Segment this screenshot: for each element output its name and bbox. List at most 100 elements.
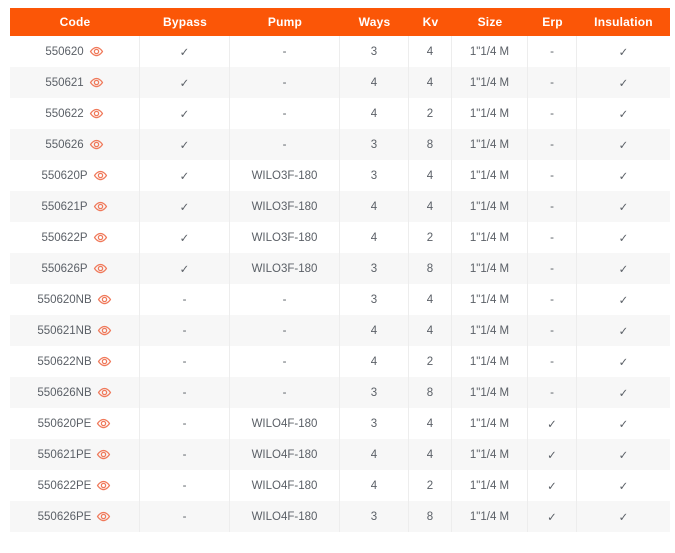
kv-cell: 4 [409, 315, 452, 346]
eye-view-icon[interactable] [89, 139, 104, 150]
code-cell: 550622NB [10, 346, 140, 377]
size-cell: 1"1/4 M [452, 36, 528, 67]
eye-view-icon[interactable] [96, 449, 111, 460]
code-cell: 550621PE [10, 439, 140, 470]
kv-cell: 8 [409, 253, 452, 284]
code-cell: 550626 [10, 129, 140, 160]
eye-view-icon[interactable] [97, 325, 112, 336]
bypass-cell: - [140, 346, 230, 377]
ways-cell: 3 [340, 377, 409, 408]
table-row: 550621 ✓ - 4 4 1"1/4 M - ✓ [10, 67, 670, 98]
size-cell: 1"1/4 M [452, 98, 528, 129]
erp-cell: - [528, 129, 577, 160]
pump-cell: WILO3F-180 [230, 222, 340, 253]
ways-cell: 4 [340, 315, 409, 346]
insulation-cell: ✓ [577, 315, 670, 346]
bypass-cell: ✓ [140, 253, 230, 284]
kv-cell: 2 [409, 346, 452, 377]
erp-cell: - [528, 284, 577, 315]
table-row: 550620 ✓ - 3 4 1"1/4 M - ✓ [10, 36, 670, 67]
ways-cell: 4 [340, 470, 409, 501]
kv-cell: 4 [409, 67, 452, 98]
table-row: 550620NB - - 3 4 1"1/4 M - ✓ [10, 284, 670, 315]
product-code: 550620P [41, 170, 87, 182]
kv-cell: 4 [409, 408, 452, 439]
ways-cell: 3 [340, 408, 409, 439]
ways-cell: 3 [340, 253, 409, 284]
column-header-kv: Kv [409, 15, 452, 29]
insulation-cell: ✓ [577, 439, 670, 470]
bypass-cell: ✓ [140, 98, 230, 129]
column-header-pump: Pump [230, 15, 340, 29]
code-cell: 550626PE [10, 501, 140, 532]
kv-cell: 2 [409, 98, 452, 129]
erp-cell: ✓ [528, 439, 577, 470]
bypass-cell: - [140, 315, 230, 346]
kv-cell: 8 [409, 501, 452, 532]
size-cell: 1"1/4 M [452, 439, 528, 470]
product-code: 550622PE [38, 480, 92, 492]
eye-view-icon[interactable] [97, 387, 112, 398]
erp-cell: ✓ [528, 470, 577, 501]
table-row: 550621P ✓ WILO3F-180 4 4 1"1/4 M - ✓ [10, 191, 670, 222]
bypass-cell: - [140, 470, 230, 501]
pump-cell: WILO4F-180 [230, 439, 340, 470]
bypass-cell: - [140, 439, 230, 470]
erp-cell: - [528, 160, 577, 191]
size-cell: 1"1/4 M [452, 67, 528, 98]
kv-cell: 4 [409, 36, 452, 67]
ways-cell: 4 [340, 98, 409, 129]
code-cell: 550626P [10, 253, 140, 284]
pump-cell: - [230, 36, 340, 67]
pump-cell: - [230, 129, 340, 160]
eye-view-icon[interactable] [93, 232, 108, 243]
pump-cell: WILO3F-180 [230, 191, 340, 222]
product-code: 550621P [41, 201, 87, 213]
insulation-cell: ✓ [577, 36, 670, 67]
size-cell: 1"1/4 M [452, 129, 528, 160]
bypass-cell: - [140, 284, 230, 315]
insulation-cell: ✓ [577, 470, 670, 501]
table-row: 550626NB - - 3 8 1"1/4 M - ✓ [10, 377, 670, 408]
insulation-cell: ✓ [577, 408, 670, 439]
eye-view-icon[interactable] [89, 108, 104, 119]
eye-view-icon[interactable] [97, 294, 112, 305]
ways-cell: 4 [340, 439, 409, 470]
ways-cell: 4 [340, 346, 409, 377]
eye-view-icon[interactable] [89, 46, 104, 57]
kv-cell: 4 [409, 439, 452, 470]
size-cell: 1"1/4 M [452, 470, 528, 501]
eye-view-icon[interactable] [96, 480, 111, 491]
eye-view-icon[interactable] [96, 511, 111, 522]
product-code: 550622P [41, 232, 87, 244]
eye-view-icon[interactable] [93, 263, 108, 274]
erp-cell: - [528, 346, 577, 377]
eye-view-icon[interactable] [97, 356, 112, 367]
erp-cell: - [528, 191, 577, 222]
pump-cell: WILO4F-180 [230, 408, 340, 439]
table-row: 550621PE - WILO4F-180 4 4 1"1/4 M ✓ ✓ [10, 439, 670, 470]
eye-view-icon[interactable] [93, 201, 108, 212]
pump-cell: - [230, 98, 340, 129]
insulation-cell: ✓ [577, 67, 670, 98]
bypass-cell: ✓ [140, 36, 230, 67]
eye-view-icon[interactable] [93, 170, 108, 181]
table-body: 550620 ✓ - 3 4 1"1/4 M - ✓ 550621 ✓ [10, 36, 670, 532]
pump-cell: - [230, 346, 340, 377]
insulation-cell: ✓ [577, 191, 670, 222]
eye-view-icon[interactable] [89, 77, 104, 88]
code-cell: 550620PE [10, 408, 140, 439]
insulation-cell: ✓ [577, 222, 670, 253]
table-row: 550620PE - WILO4F-180 3 4 1"1/4 M ✓ ✓ [10, 408, 670, 439]
product-code: 550626 [45, 139, 83, 151]
table-row: 550626P ✓ WILO3F-180 3 8 1"1/4 M - ✓ [10, 253, 670, 284]
table-row: 550626 ✓ - 3 8 1"1/4 M - ✓ [10, 129, 670, 160]
pump-cell: - [230, 284, 340, 315]
product-code: 550621 [45, 77, 83, 89]
code-cell: 550622PE [10, 470, 140, 501]
size-cell: 1"1/4 M [452, 222, 528, 253]
kv-cell: 4 [409, 160, 452, 191]
product-code: 550622NB [37, 356, 91, 368]
bypass-cell: - [140, 408, 230, 439]
eye-view-icon[interactable] [96, 418, 111, 429]
